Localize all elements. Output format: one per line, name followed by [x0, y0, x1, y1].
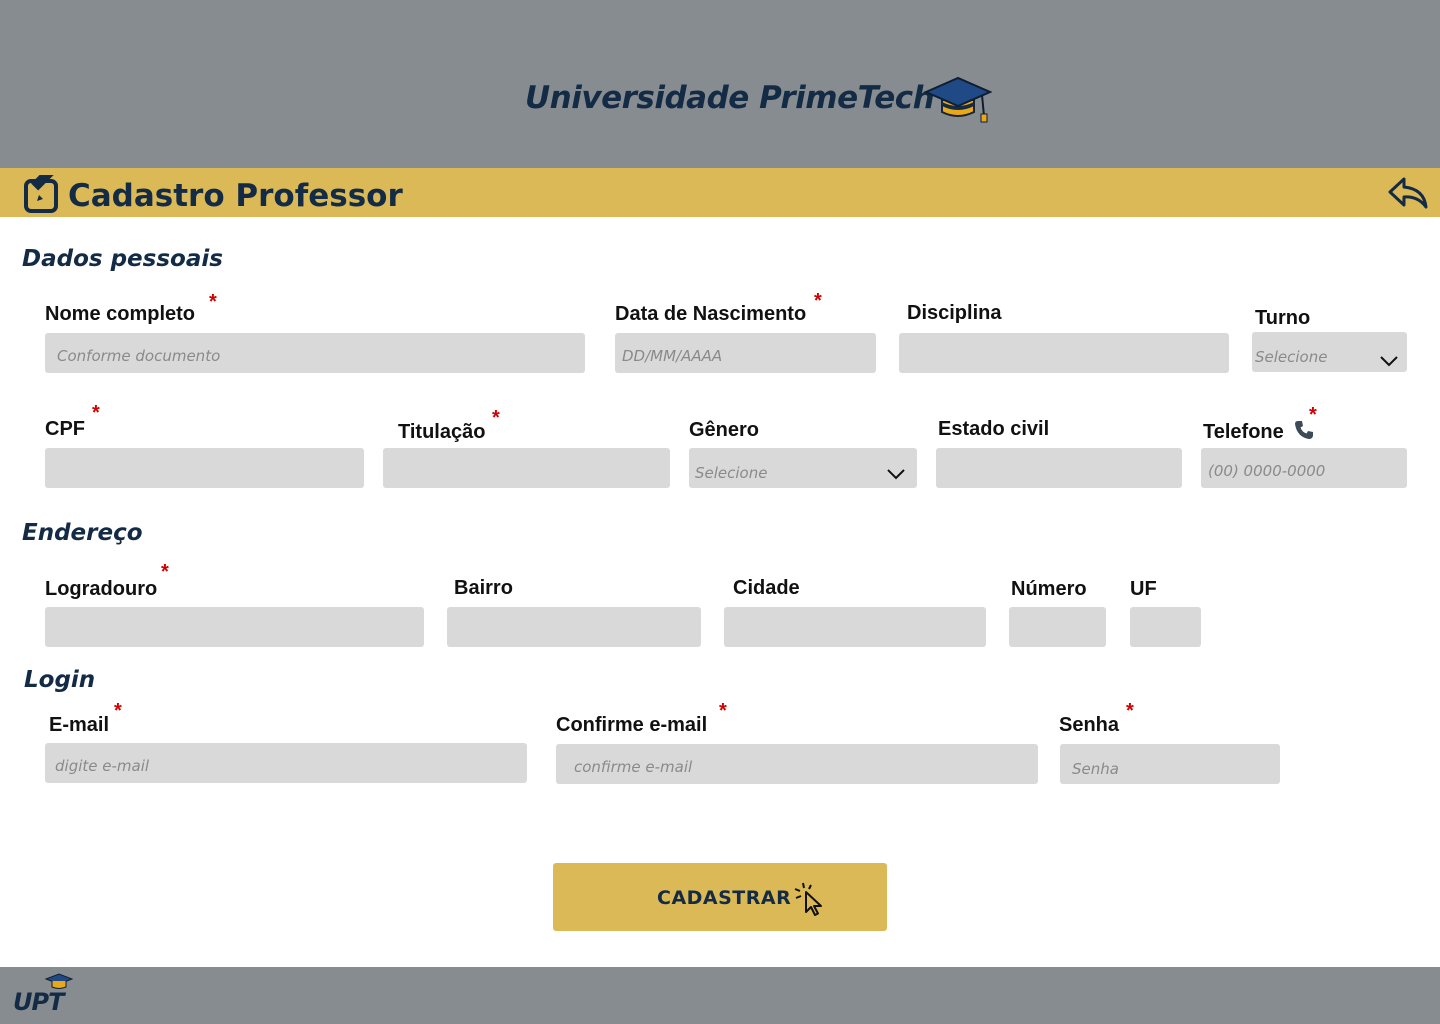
label-logradouro: Logradouro	[45, 578, 158, 600]
label-nascimento: Data de Nascimento	[615, 303, 807, 325]
footer	[0, 967, 1440, 1024]
label-turno: Turno	[1255, 307, 1311, 329]
label-confirm-email: Confirme e-mail	[556, 714, 708, 736]
cidade-input[interactable]	[724, 607, 986, 647]
titulacao-input[interactable]	[383, 448, 670, 488]
chevron-down-icon	[1380, 356, 1398, 367]
label-telefone: Telefone	[1203, 421, 1284, 443]
required-mark: *	[114, 700, 122, 722]
numero-input[interactable]	[1009, 607, 1106, 647]
required-mark: *	[719, 700, 727, 722]
required-mark: *	[1126, 700, 1134, 722]
brand-title: Universidade PrimeTech	[525, 80, 935, 116]
genero-select[interactable]: Selecione	[689, 448, 917, 488]
section-title-login: Login	[24, 667, 96, 693]
logradouro-input[interactable]	[45, 607, 424, 647]
label-email: E-mail	[49, 714, 110, 736]
edit-icon	[24, 175, 58, 213]
label-cidade: Cidade	[733, 577, 800, 599]
cursor-click-icon	[794, 882, 822, 916]
turno-selected-value: Selecione	[1255, 348, 1328, 366]
telefone-input[interactable]	[1201, 448, 1407, 488]
turno-select[interactable]: Selecione	[1252, 332, 1407, 372]
label-uf: UF	[1130, 578, 1157, 600]
upt-logo-text: UPT	[13, 988, 64, 1016]
cadastrar-button-label: CADASTRAR	[657, 887, 792, 909]
label-estado-civil: Estado civil	[938, 418, 1050, 440]
cadastrar-button[interactable]: CADASTRAR	[553, 863, 887, 931]
section-title-address: Endereço	[22, 520, 143, 546]
required-mark: *	[161, 561, 169, 583]
label-nome: Nome completo	[45, 303, 196, 325]
estado-civil-input[interactable]	[936, 448, 1182, 488]
label-numero: Número	[1011, 578, 1087, 600]
required-mark: *	[1309, 404, 1317, 426]
page-title: Cadastro Professor	[68, 178, 403, 214]
genero-selected-value: Selecione	[695, 464, 768, 482]
label-cpf: CPF	[45, 418, 85, 440]
nome-input[interactable]	[45, 333, 585, 373]
confirm-email-input[interactable]	[556, 744, 1038, 784]
label-bairro: Bairro	[454, 577, 513, 599]
nascimento-input[interactable]	[615, 333, 876, 373]
label-senha: Senha	[1059, 714, 1120, 736]
section-title-personal: Dados pessoais	[22, 246, 223, 272]
bairro-input[interactable]	[447, 607, 701, 647]
required-mark: *	[492, 407, 500, 429]
label-disciplina: Disciplina	[907, 302, 1002, 324]
chevron-down-icon	[887, 469, 905, 480]
required-mark: *	[209, 291, 217, 313]
label-titulacao: Titulação	[398, 421, 486, 443]
email-input[interactable]	[45, 743, 527, 783]
required-mark: *	[814, 290, 822, 312]
graduation-cap-icon	[924, 76, 992, 123]
uf-input[interactable]	[1130, 607, 1201, 647]
senha-input[interactable]	[1060, 744, 1280, 784]
cpf-input[interactable]	[45, 448, 364, 488]
reply-arrow-icon[interactable]	[1386, 175, 1430, 211]
required-mark: *	[92, 402, 100, 424]
label-genero: Gênero	[689, 419, 760, 441]
disciplina-input[interactable]	[899, 333, 1229, 373]
